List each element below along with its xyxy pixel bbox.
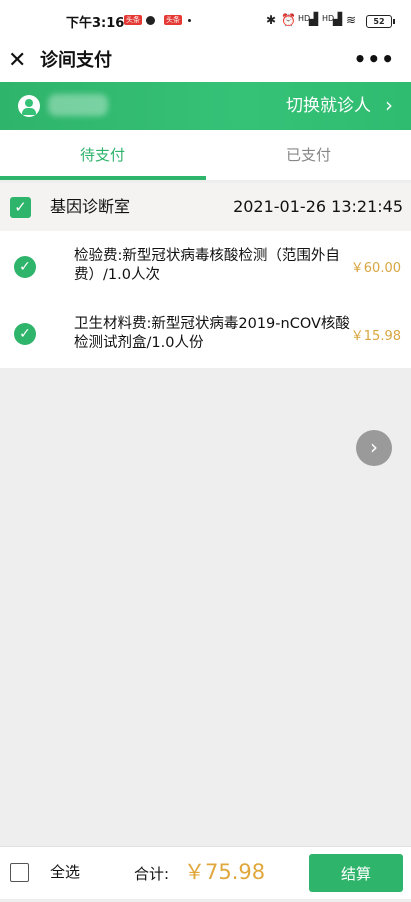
more-dots-icon[interactable]: ••• xyxy=(354,46,395,72)
floating-next-button[interactable]: › xyxy=(356,430,392,466)
wifi-icon: ≋ xyxy=(346,13,357,27)
total-amount: ￥75.98 xyxy=(184,860,266,884)
department-name: 基因诊断室 xyxy=(50,197,131,216)
bluetooth-icon: ✱ xyxy=(266,13,277,27)
switch-patient-button[interactable]: 切换就诊人 xyxy=(286,93,371,119)
tab-pending[interactable]: 待支付 xyxy=(0,130,205,180)
more-notifications-icon xyxy=(188,19,191,22)
notification-dot-icon xyxy=(146,16,155,25)
fee-item[interactable]: ✓ 检验费:新型冠状病毒核酸检测（范围外自费）/1.0人次 ￥60.00 xyxy=(0,231,411,299)
select-all-label[interactable]: 全选 xyxy=(50,861,80,883)
order-datetime: 2021-01-26 13:21:45 xyxy=(233,197,403,216)
item-check-icon[interactable]: ✓ xyxy=(14,256,36,278)
fee-item[interactable]: ✓ 卫生材料费:新型冠状病毒2019-nCOV核酸检测试剂盒/1.0人份 ￥15… xyxy=(0,299,411,367)
group-checkbox[interactable]: ✓ xyxy=(10,197,31,218)
checkout-button[interactable]: 结算 xyxy=(309,854,403,892)
alarm-icon: ⏰ xyxy=(281,13,296,27)
checkout-bar: 全选 合计: ￥75.98 结算 xyxy=(0,846,411,899)
fee-item-name: 卫生材料费:新型冠状病毒2019-nCOV核酸检测试剂盒/1.0人份 xyxy=(74,316,350,351)
payment-tabs: 待支付 已支付 xyxy=(0,130,411,180)
tab-paid[interactable]: 已支付 xyxy=(206,130,411,180)
page-title: 诊间支付 xyxy=(40,50,112,71)
patient-name-redacted xyxy=(48,94,108,116)
app-notification-badge: 头条 xyxy=(124,15,142,25)
user-avatar-icon xyxy=(18,95,40,117)
select-all-checkbox[interactable] xyxy=(10,863,29,882)
status-bar: 下午3:16 头条 头条 ✱ ⏰ HD ▟ HD ▟ ≋ 52 xyxy=(0,0,411,42)
chevron-right-icon: › xyxy=(370,435,378,459)
title-bar: ✕ 诊间支付 ••• xyxy=(0,42,411,82)
fee-item-price: ￥15.98 xyxy=(350,329,401,344)
signal-icon: ▟ xyxy=(333,12,343,26)
app-notification-badge: 头条 xyxy=(164,15,182,25)
active-tab-indicator xyxy=(0,176,206,180)
battery-icon: 52 xyxy=(366,15,395,28)
item-check-icon[interactable]: ✓ xyxy=(14,323,36,345)
total-label: 合计: xyxy=(134,865,170,883)
department-group-header[interactable]: ✓ 基因诊断室 2021-01-26 13:21:45 xyxy=(0,183,411,231)
fee-item-price: ￥60.00 xyxy=(350,261,401,276)
fee-item-list: ✓ 检验费:新型冠状病毒核酸检测（范围外自费）/1.0人次 ￥60.00 ✓ 卫… xyxy=(0,231,411,368)
signal-icon: ▟ xyxy=(309,12,319,26)
chevron-right-icon[interactable]: › xyxy=(385,92,393,118)
close-icon[interactable]: ✕ xyxy=(8,48,26,74)
patient-bar: 切换就诊人 › xyxy=(0,82,411,130)
status-time: 下午3:16 xyxy=(66,16,125,31)
fee-item-name: 检验费:新型冠状病毒核酸检测（范围外自费）/1.0人次 xyxy=(74,248,340,283)
